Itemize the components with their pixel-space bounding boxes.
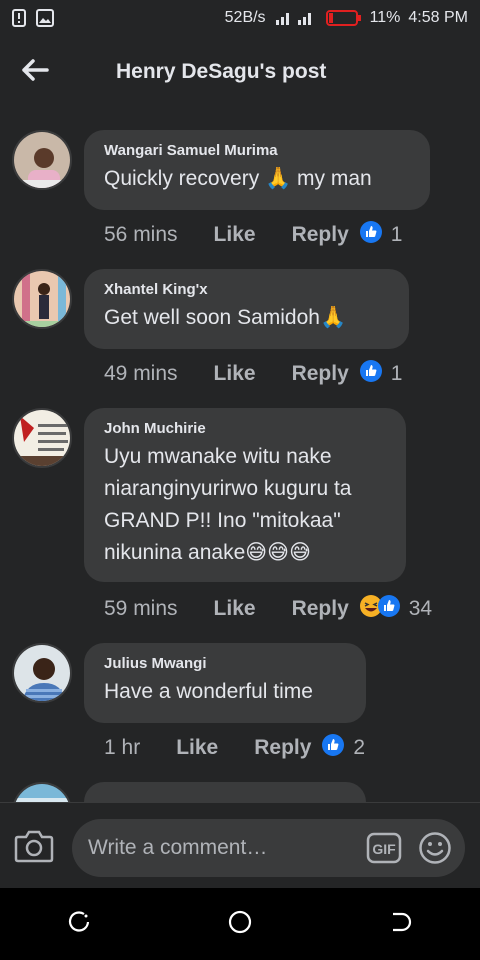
emoji-button[interactable] xyxy=(418,831,452,870)
comment-list[interactable]: Wangari Samuel Murima Quickly recovery 🙏… xyxy=(0,120,480,802)
gif-icon: GIF xyxy=(366,832,402,864)
camera-button[interactable] xyxy=(14,829,54,868)
home-button[interactable] xyxy=(227,909,253,940)
reaction-summary[interactable]: 1 xyxy=(359,359,403,389)
like-button[interactable]: Like xyxy=(214,362,256,386)
comment-bubble[interactable] xyxy=(84,782,366,802)
reply-button[interactable]: Reply xyxy=(254,736,311,760)
status-left xyxy=(12,9,54,27)
comment-time: 56 mins xyxy=(104,223,178,246)
back-nav-icon xyxy=(393,912,412,931)
gif-label: GIF xyxy=(372,841,396,857)
battery-icon xyxy=(325,9,362,27)
image-icon xyxy=(36,9,54,27)
like-button[interactable]: Like xyxy=(214,597,256,621)
reaction-summary[interactable]: 34 xyxy=(359,594,432,624)
comment-input[interactable] xyxy=(88,829,358,867)
comment-time: 59 mins xyxy=(104,597,178,620)
like-reaction-icon xyxy=(321,733,345,763)
comment-time: 1 hr xyxy=(104,736,141,759)
comment-bubble[interactable]: Xhantel King'x Get well soon Samidoh🙏 xyxy=(84,269,409,349)
recent-apps-icon xyxy=(68,910,89,932)
emoji-icon xyxy=(418,832,452,869)
comment-input-container[interactable]: GIF xyxy=(72,819,465,877)
status-right: 52B/s 11% 4:58 PM xyxy=(225,9,468,27)
avatar[interactable] xyxy=(12,782,72,802)
comment-author[interactable]: Wangari Samuel Murima xyxy=(104,142,410,159)
reaction-summary[interactable]: 2 xyxy=(321,733,365,763)
avatar[interactable] xyxy=(12,408,72,468)
comment-author[interactable]: Xhantel King'x xyxy=(104,281,389,298)
like-button[interactable]: Like xyxy=(176,736,218,760)
page-title: Henry DeSagu's post xyxy=(116,60,327,83)
clock: 4:58 PM xyxy=(408,9,468,26)
like-reaction-icon xyxy=(359,359,383,389)
signal-icon xyxy=(274,10,318,26)
comment-actions: 49 mins Like Reply 1 xyxy=(104,359,402,389)
comment-actions: 56 mins Like Reply 1 xyxy=(104,220,402,250)
like-reaction-icon xyxy=(377,594,401,624)
reply-button[interactable]: Reply xyxy=(292,597,349,621)
recent-apps-button[interactable] xyxy=(68,910,92,939)
comment-author[interactable]: John Muchirie xyxy=(104,420,386,437)
alert-icon xyxy=(12,9,26,27)
network-speed: 52B/s xyxy=(224,9,266,26)
reaction-count: 2 xyxy=(353,736,366,759)
camera-icon xyxy=(14,830,54,867)
reaction-summary[interactable]: 1 xyxy=(359,220,403,250)
system-nav-bar xyxy=(0,888,480,960)
comment-bubble[interactable]: Wangari Samuel Murima Quickly recovery 🙏… xyxy=(84,130,430,210)
back-button[interactable] xyxy=(0,36,70,108)
comment-text: Uyu mwanake witu nake niaranginyurirwo k… xyxy=(104,445,352,564)
comment-text: Quickly recovery 🙏 my man xyxy=(104,167,372,190)
like-reaction-icon xyxy=(359,220,383,250)
avatar[interactable] xyxy=(12,643,72,703)
status-bar: 52B/s 11% 4:58 PM xyxy=(0,0,480,36)
comment-bubble[interactable]: John Muchirie Uyu mwanake witu nake niar… xyxy=(84,408,406,582)
back-nav-button[interactable] xyxy=(388,910,412,939)
home-icon xyxy=(228,910,252,933)
reply-button[interactable]: Reply xyxy=(292,223,349,247)
comment-actions: 1 hr Like Reply 2 xyxy=(104,733,365,763)
avatar[interactable] xyxy=(12,130,72,190)
comment-actions: 59 mins Like Reply 34 xyxy=(104,594,432,624)
comment-text: Have a wonderful time xyxy=(104,680,313,703)
avatar[interactable] xyxy=(12,269,72,329)
like-button[interactable]: Like xyxy=(214,223,256,247)
arrow-left-icon xyxy=(21,58,49,87)
comment-composer: GIF xyxy=(0,802,480,888)
reaction-count: 1 xyxy=(390,223,403,246)
comment-author[interactable]: Julius Mwangi xyxy=(104,655,346,672)
comment-text: Get well soon Samidoh🙏 xyxy=(104,306,347,329)
reaction-count: 34 xyxy=(408,597,433,620)
app-header: Henry DeSagu's post xyxy=(0,36,480,108)
reaction-count: 1 xyxy=(390,362,403,385)
battery-level: 11% xyxy=(369,9,401,26)
reply-button[interactable]: Reply xyxy=(292,362,349,386)
comment-bubble[interactable]: Julius Mwangi Have a wonderful time xyxy=(84,643,366,723)
gif-button[interactable]: GIF xyxy=(366,832,402,869)
comment-time: 49 mins xyxy=(104,362,178,385)
